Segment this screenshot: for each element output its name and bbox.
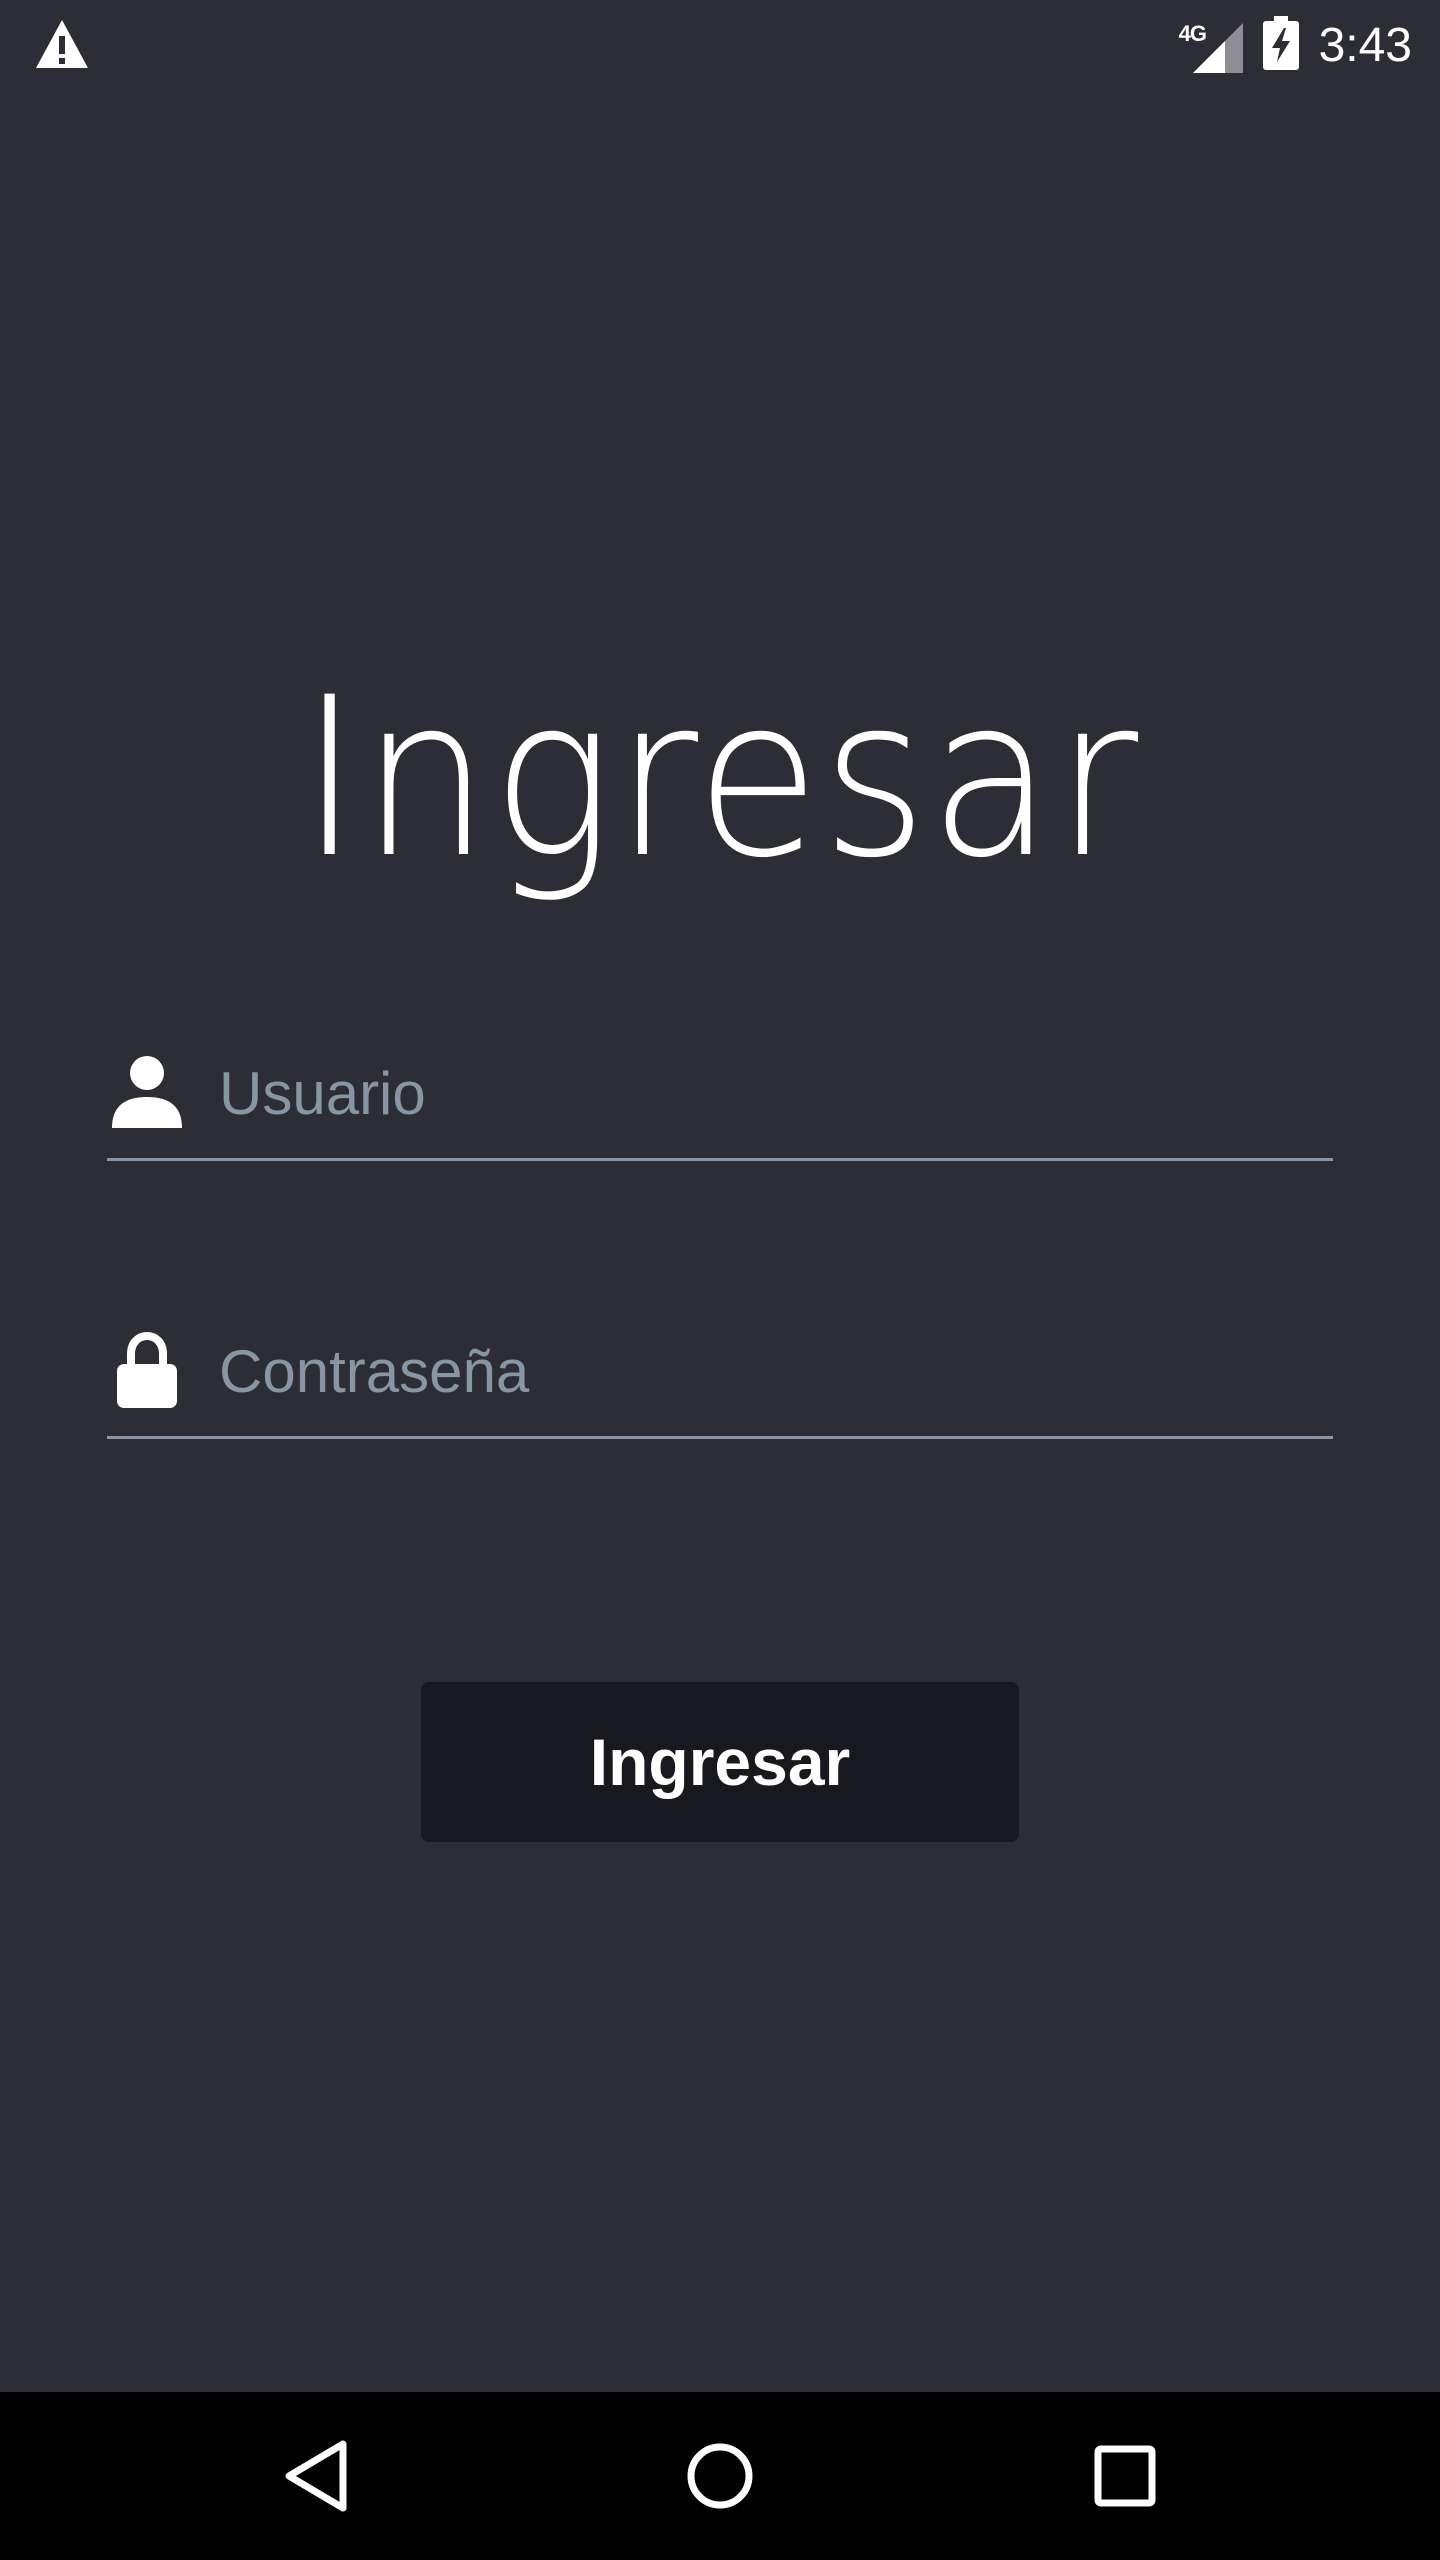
password-field[interactable] <box>107 1316 1333 1439</box>
battery-charging-icon <box>1262 15 1299 75</box>
person-icon <box>107 1052 187 1132</box>
lock-icon <box>107 1330 187 1410</box>
warning-triangle-icon <box>34 18 90 70</box>
password-input[interactable] <box>219 1326 1319 1416</box>
recents-square-icon[interactable] <box>1083 2434 1167 2518</box>
home-circle-icon[interactable] <box>678 2434 762 2518</box>
status-icons: 4G 3:43 <box>1179 12 1412 78</box>
username-field[interactable] <box>107 1038 1333 1161</box>
cell-signal-icon: 4G <box>1179 17 1243 73</box>
status-time: 3:43 <box>1318 18 1412 72</box>
navigation-bar <box>0 2392 1440 2560</box>
back-triangle-icon[interactable] <box>274 2434 358 2518</box>
username-input[interactable] <box>219 1048 1319 1138</box>
login-button[interactable]: Ingresar <box>421 1682 1019 1842</box>
status-bar: 4G 3:43 <box>0 0 1440 90</box>
page-title: Ingresar <box>299 650 1141 906</box>
